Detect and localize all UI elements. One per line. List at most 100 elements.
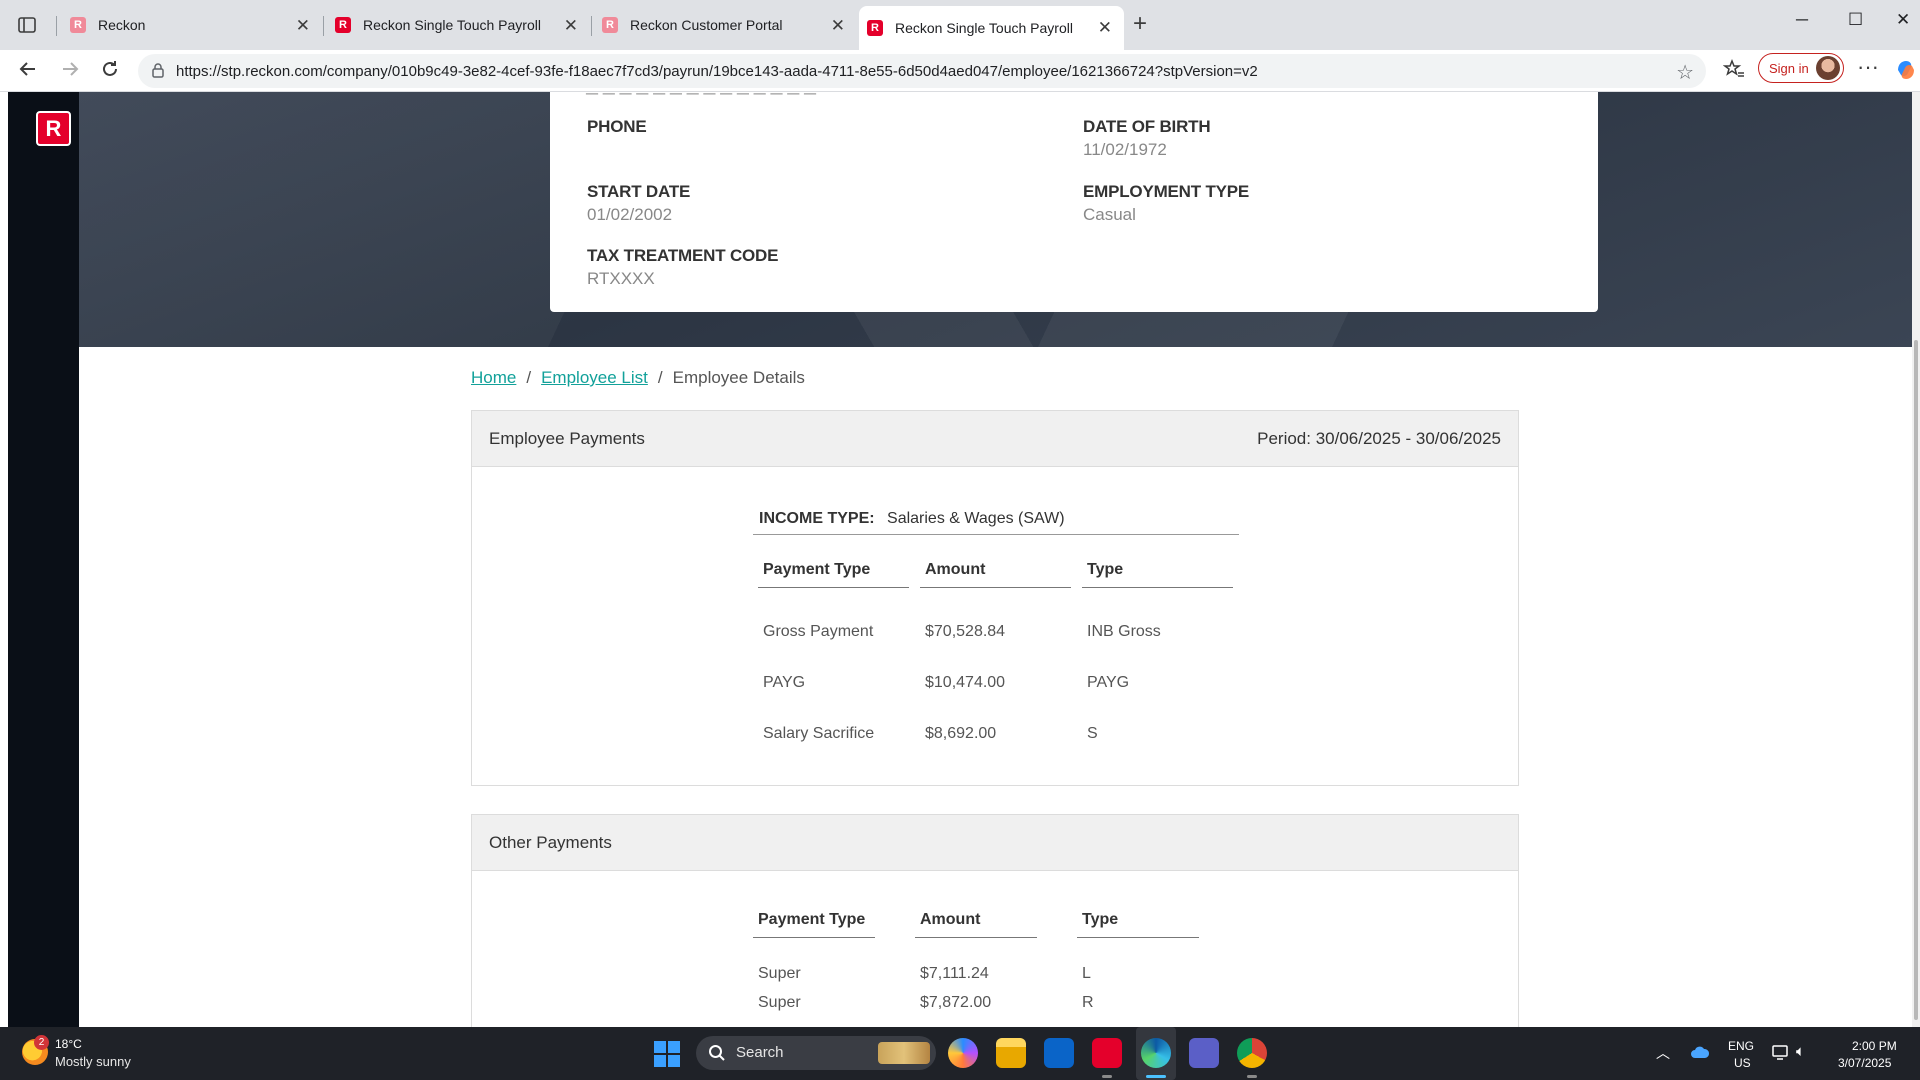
avatar [1816, 56, 1840, 80]
tab-actions-icon[interactable] [14, 12, 40, 38]
close-tab-icon[interactable]: ✕ [831, 16, 845, 36]
amount-cell: $10,474.00 [925, 674, 1006, 691]
running-indicator [1102, 1075, 1112, 1078]
network-icon[interactable] [1772, 1044, 1790, 1063]
payment-type-cell: Salary Sacrifice [763, 725, 875, 742]
show-hidden-icons-icon[interactable]: ︿ [1656, 1043, 1670, 1063]
more-options-icon[interactable]: ··· [1857, 54, 1879, 80]
amount-cell: $8,692.00 [925, 725, 997, 742]
amount-cell: $7,872.00 [920, 994, 992, 1011]
col-header-amount: Amount [915, 911, 1037, 938]
dob-label: DATE OF BIRTH [1083, 117, 1211, 136]
col-header-payment-type: Payment Type [758, 561, 909, 588]
chrome-icon[interactable] [1237, 1038, 1267, 1068]
employee-payments-header: Employee Payments Period: 30/06/2025 - 3… [472, 411, 1518, 467]
onedrive-icon[interactable] [1690, 1045, 1710, 1062]
search-placeholder: Search [736, 1044, 784, 1061]
edge-icon[interactable] [1141, 1038, 1171, 1068]
start-date-label: START DATE [587, 182, 691, 201]
favorites-icon[interactable] [1722, 58, 1745, 86]
breadcrumb-current: Employee Details [672, 368, 805, 387]
reckon-logo-icon[interactable]: R [36, 111, 71, 146]
weather-badge: 2 [34, 1035, 49, 1050]
amount-cell: $70,528.84 [925, 623, 1006, 640]
other-payments-title: Other Payments [489, 832, 612, 852]
col-header-payment-type: Payment Type [753, 911, 875, 938]
col-header-amount: Amount [920, 561, 1071, 588]
close-tab-icon[interactable]: ✕ [564, 16, 578, 36]
volume-icon[interactable]: 🔈︎ [1796, 1043, 1805, 1060]
forward-icon[interactable] [60, 59, 80, 85]
breadcrumb-employee-list-link[interactable]: Employee List [541, 368, 648, 387]
favorite-star-icon[interactable]: ☆ [1676, 60, 1694, 85]
url-text: https://stp.reckon.com/company/010b9c49-… [176, 63, 1258, 80]
other-payments-header: Other Payments [472, 815, 1518, 871]
payment-type-cell: Gross Payment [763, 623, 874, 640]
taskbar-search-box[interactable]: Search [696, 1036, 936, 1070]
copilot-icon[interactable] [948, 1038, 978, 1068]
minimize-icon[interactable]: ─ [1796, 10, 1808, 30]
col-header-type: Type [1082, 561, 1233, 588]
start-icon[interactable] [654, 1041, 680, 1067]
tab-reckon-stp[interactable]: R Reckon Single Touch Payroll ✕ [325, 8, 590, 42]
teams-icon[interactable] [1189, 1038, 1219, 1068]
file-explorer-icon[interactable] [996, 1038, 1026, 1068]
language-line2[interactable]: US [1734, 1056, 1751, 1070]
copilot-sidebar-icon[interactable] [1894, 58, 1918, 88]
tab-separator [56, 16, 57, 36]
tab-title: Reckon Single Touch Payroll [363, 17, 541, 33]
sign-in-button[interactable]: Sign in [1758, 53, 1844, 83]
outlook-icon[interactable] [1044, 1038, 1074, 1068]
payment-type-cell: Super [758, 965, 801, 982]
maximize-icon[interactable]: ☐ [1848, 10, 1863, 30]
browser-tab-bar: R Reckon ✕ R Reckon Single Touch Payroll… [0, 0, 1920, 50]
employee-payments-panel: Employee Payments Period: 30/06/2025 - 3… [471, 410, 1519, 786]
tab-reckon[interactable]: R Reckon ✕ [60, 8, 322, 42]
windows-taskbar: 2 18°C Mostly sunny Search ︿ ENG US 🔈︎ 2… [0, 1027, 1920, 1080]
active-indicator [1146, 1075, 1166, 1078]
weather-description[interactable]: Mostly sunny [55, 1054, 131, 1069]
close-tab-icon[interactable]: ✕ [1098, 18, 1112, 38]
site-info-icon[interactable] [150, 62, 166, 78]
type-cell: S [1087, 725, 1098, 742]
reckon-favicon-icon: R [867, 20, 883, 36]
type-cell: INB Gross [1087, 623, 1161, 640]
app-viewport: R ─ ─ ─ ─ ─ ─ ─ ─ ─ ─ ─ ─ ─ ─ PHONE DATE… [0, 92, 1920, 1027]
tab-title: Reckon Customer Portal [630, 17, 783, 33]
back-icon[interactable] [18, 59, 38, 85]
tab-title: Reckon Single Touch Payroll [895, 20, 1073, 36]
breadcrumb-home-link[interactable]: Home [471, 368, 516, 387]
income-type-row: INCOME TYPE: Salaries & Wages (SAW) [753, 510, 1239, 535]
search-highlight-image [878, 1042, 930, 1064]
language-line1[interactable]: ENG [1728, 1039, 1754, 1053]
amount-cell: $7,111.24 [920, 965, 989, 982]
url-field[interactable]: https://stp.reckon.com/company/010b9c49-… [138, 54, 1706, 88]
reckon-favicon-icon: R [602, 17, 618, 33]
weather-temperature[interactable]: 18°C [55, 1037, 82, 1051]
close-window-icon[interactable]: ✕ [1896, 10, 1910, 30]
income-type-label: INCOME TYPE: [759, 510, 875, 527]
tab-customer-portal[interactable]: R Reckon Customer Portal ✕ [592, 8, 857, 42]
tab-reckon-stp-active[interactable]: R Reckon Single Touch Payroll ✕ [859, 6, 1124, 50]
payment-type-cell: Super [758, 994, 801, 1011]
left-edge [0, 92, 8, 1027]
other-payments-panel: Other Payments Payment Type Amount Type … [471, 814, 1519, 1027]
new-tab-icon[interactable]: + [1133, 10, 1147, 38]
employment-type-value: Casual [1083, 205, 1136, 224]
tax-code-value: RTXXXX [587, 269, 655, 288]
employment-type-label: EMPLOYMENT TYPE [1083, 182, 1250, 201]
scrollbar-thumb[interactable] [1914, 340, 1918, 1020]
type-cell: R [1082, 994, 1094, 1011]
reckon-app-icon[interactable] [1092, 1038, 1122, 1068]
close-tab-icon[interactable]: ✕ [296, 16, 310, 36]
income-type-value: Salaries & Wages (SAW) [887, 510, 1065, 527]
address-value-cutoff: ─ ─ ─ ─ ─ ─ ─ ─ ─ ─ ─ ─ ─ ─ [586, 92, 817, 103]
breadcrumb-separator: / [657, 368, 663, 387]
clock-time[interactable]: 2:00 PM [1852, 1039, 1897, 1053]
breadcrumb-separator: / [526, 368, 532, 387]
phone-label: PHONE [587, 117, 647, 136]
clock-date[interactable]: 3/07/2025 [1838, 1056, 1891, 1070]
employee-profile-card: ─ ─ ─ ─ ─ ─ ─ ─ ─ ─ ─ ─ ─ ─ PHONE DATE O… [550, 92, 1598, 312]
refresh-icon[interactable] [100, 59, 120, 85]
col-header-type: Type [1077, 911, 1199, 938]
